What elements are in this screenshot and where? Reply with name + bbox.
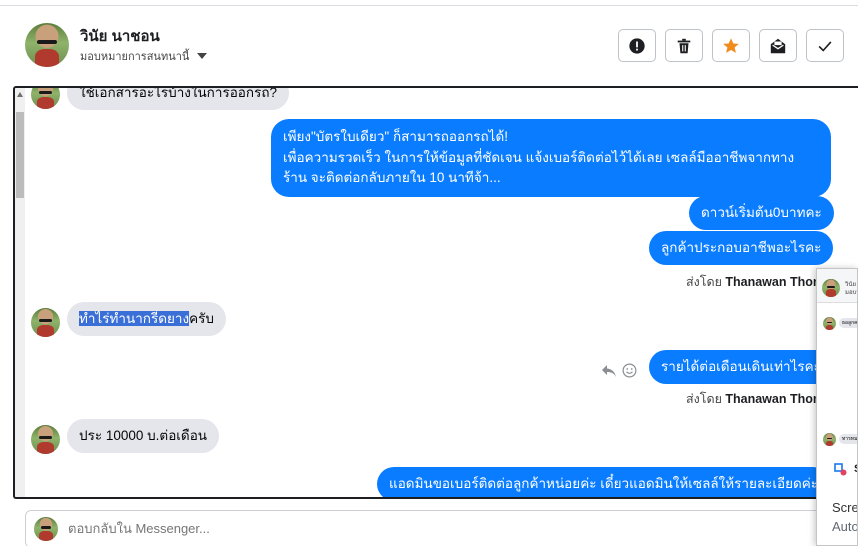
emoji-icon[interactable] xyxy=(622,363,637,378)
outgoing-message: แอดมินขอเบอร์ติดต่อลูกค้าหน่อยค่ะ เดี๋ยว… xyxy=(377,467,831,497)
scrollbar[interactable] xyxy=(15,88,25,497)
sent-by-agent[interactable]: Thanawan Thon xyxy=(725,275,820,289)
scrollbar-thumb[interactable] xyxy=(16,112,24,198)
notification-text-2: Auto xyxy=(832,519,858,534)
reply-icon[interactable] xyxy=(601,364,617,378)
sender-avatar xyxy=(31,308,60,337)
floating-msg: ธอลูกค xyxy=(839,318,857,328)
screenshot-app-icon xyxy=(834,463,847,476)
message-actions xyxy=(601,363,637,378)
scroll-up-icon[interactable] xyxy=(17,92,23,97)
sent-by-agent[interactable]: Thanawan Thon xyxy=(725,392,820,406)
envelope-icon xyxy=(770,38,786,53)
conversation-header: วินัย นาชอน มอบหมายการสนทนานี้ xyxy=(0,6,858,84)
floating-chat-panel[interactable]: วินัย มอบห ธอลูกค ทารทม S Scre Auto xyxy=(816,268,858,546)
mark-unread-button[interactable] xyxy=(759,29,797,62)
floating-msg-avatar xyxy=(823,433,836,446)
outgoing-message: รายได้ต่อเดือนเดินเท่าไรคะ xyxy=(649,350,833,384)
sender-avatar xyxy=(31,425,60,454)
page: วินัย นาชอน มอบหมายการสนทนานี้ ใช้เอกสาร… xyxy=(0,0,858,546)
star-button[interactable] xyxy=(712,29,750,62)
assign-label: มอบหมายการสนทนานี้ xyxy=(80,51,190,63)
star-icon xyxy=(723,37,739,53)
outgoing-message: ลูกค้าประกอบอาชีพอะไรคะ xyxy=(649,231,834,265)
notification-text-1: Scre xyxy=(832,500,858,515)
incoming-message: ใช้เอกสารอะไรบ้างในการออกรถ? xyxy=(67,88,290,110)
message-line: เพื่อความรวดเร็ว ในการให้ข้อมูลที่ชัดเจน… xyxy=(283,149,795,165)
header-actions xyxy=(618,29,844,62)
trash-icon xyxy=(677,38,691,53)
floating-avatar xyxy=(822,279,840,297)
sent-by-prefix: ส่งโดย xyxy=(686,392,722,406)
message-line: ร้าน จะติดต่อกลับภายใน 10 นาทีจ้า... xyxy=(283,170,501,185)
floating-msg-avatar xyxy=(823,317,836,330)
floating-chat-header[interactable]: วินัย มอบห xyxy=(817,269,857,303)
mark-spam-button[interactable] xyxy=(618,29,656,62)
outgoing-message: ดาวน์เริ่มต้น0บาทคะ xyxy=(689,196,834,230)
contact-avatar[interactable] xyxy=(25,23,69,67)
incoming-message: ทำไร่ทำนากรีดยางครับ xyxy=(67,302,226,336)
message-text: ครับ xyxy=(189,311,214,326)
assign-conversation-dropdown[interactable]: มอบหมายการสนทนานี้ xyxy=(80,47,208,65)
incoming-message: ประ 10000 บ.ต่อเดือน xyxy=(67,419,220,453)
reply-composer xyxy=(25,510,845,546)
page-avatar xyxy=(34,517,58,541)
done-button[interactable] xyxy=(806,29,844,62)
notification-title: S xyxy=(854,463,857,475)
message-thread[interactable]: ใช้เอกสารอะไรบ้างในการออกรถ? เพียง"บัตรใ… xyxy=(13,86,858,499)
contact-name[interactable]: วินัย นาชอน xyxy=(80,24,160,48)
floating-sub: มอบห xyxy=(845,290,857,296)
sender-avatar xyxy=(31,88,60,109)
delete-button[interactable] xyxy=(665,29,703,62)
check-icon xyxy=(818,40,832,52)
selected-text: ทำไร่ทำนากรีดยาง xyxy=(79,311,190,326)
sent-by-prefix: ส่งโดย xyxy=(686,275,722,289)
sent-by-label: ส่งโดย Thanawan Thon xyxy=(686,389,821,409)
message-line: เพียง"บัตรใบเดียว" ก็สามารถออกรถได้! xyxy=(283,129,508,144)
sent-by-label: ส่งโดย Thanawan Thon xyxy=(686,272,821,292)
outgoing-message: เพียง"บัตรใบเดียว" ก็สามารถออกรถได้! เพื… xyxy=(271,119,831,197)
reply-input[interactable] xyxy=(68,521,768,536)
floating-msg: ทารทม xyxy=(839,434,857,444)
caret-down-icon xyxy=(197,53,208,59)
alert-circle-icon xyxy=(629,37,645,54)
